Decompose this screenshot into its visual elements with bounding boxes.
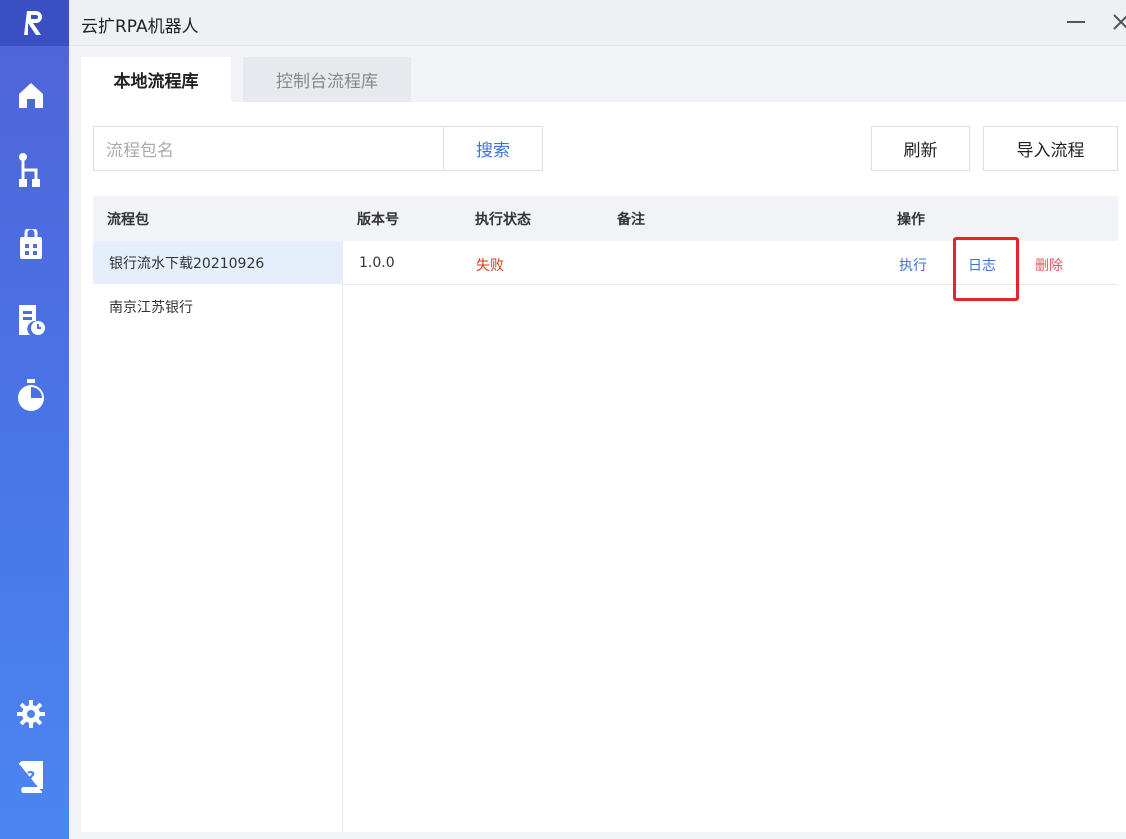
- toolbox-icon: [20, 229, 42, 259]
- gear-icon: [17, 700, 45, 728]
- help-book-icon: ?: [19, 761, 43, 793]
- app-title: 云扩RPA机器人: [81, 17, 199, 37]
- sidebar-item-help[interactable]: ?: [14, 760, 48, 794]
- sidebar-item-settings[interactable]: [14, 697, 48, 731]
- app-logo: [0, 0, 69, 46]
- header-notes: 备注: [617, 212, 645, 228]
- search-input[interactable]: 流程包名: [93, 126, 444, 171]
- run-button[interactable]: 执行: [899, 255, 927, 275]
- flow-icon: [19, 153, 40, 187]
- logo-icon: [23, 11, 42, 35]
- header-package: 流程包: [107, 212, 149, 228]
- delete-button[interactable]: 删除: [1035, 255, 1063, 275]
- refresh-button[interactable]: 刷新: [871, 126, 970, 171]
- close-icon: [1113, 14, 1126, 30]
- sidebar-item-timer[interactable]: [14, 378, 48, 412]
- package-item-bank-download[interactable]: 银行流水下载20210926: [93, 241, 343, 284]
- sidebar-item-toolbox[interactable]: [14, 228, 48, 262]
- header-version: 版本号: [357, 212, 399, 228]
- import-flow-button[interactable]: 导入流程: [983, 126, 1118, 171]
- log-highlight-box: [953, 237, 1019, 301]
- home-icon: [19, 83, 43, 108]
- timer-icon: [18, 379, 44, 411]
- sidebar-item-schedule[interactable]: [14, 303, 48, 337]
- package-item-nanjing-jiangsu[interactable]: 南京江苏银行: [93, 285, 343, 328]
- sidebar-item-home[interactable]: [14, 78, 48, 112]
- header-status: 执行状态: [475, 212, 531, 228]
- sidebar: ?: [0, 0, 69, 839]
- tab-local-library[interactable]: 本地流程库: [81, 57, 231, 102]
- cell-version: 1.0.0: [359, 255, 395, 271]
- package-list: 银行流水下载20210926 南京江苏银行: [93, 241, 343, 832]
- close-button[interactable]: [1109, 10, 1126, 34]
- schedule-doc-icon: [19, 305, 45, 335]
- table-header: 流程包 版本号 执行状态 备注 操作: [93, 196, 1118, 241]
- cell-status: 失败: [476, 258, 504, 274]
- minimize-icon: [1067, 21, 1085, 23]
- header-actions: 操作: [897, 212, 925, 228]
- search-button[interactable]: 搜索: [443, 126, 543, 171]
- title-bar: 云扩RPA机器人: [69, 0, 1126, 46]
- tab-console-library[interactable]: 控制台流程库: [243, 57, 411, 102]
- minimize-button[interactable]: [1065, 10, 1089, 34]
- svg-text:?: ?: [27, 768, 36, 786]
- sidebar-item-flow[interactable]: [14, 153, 48, 187]
